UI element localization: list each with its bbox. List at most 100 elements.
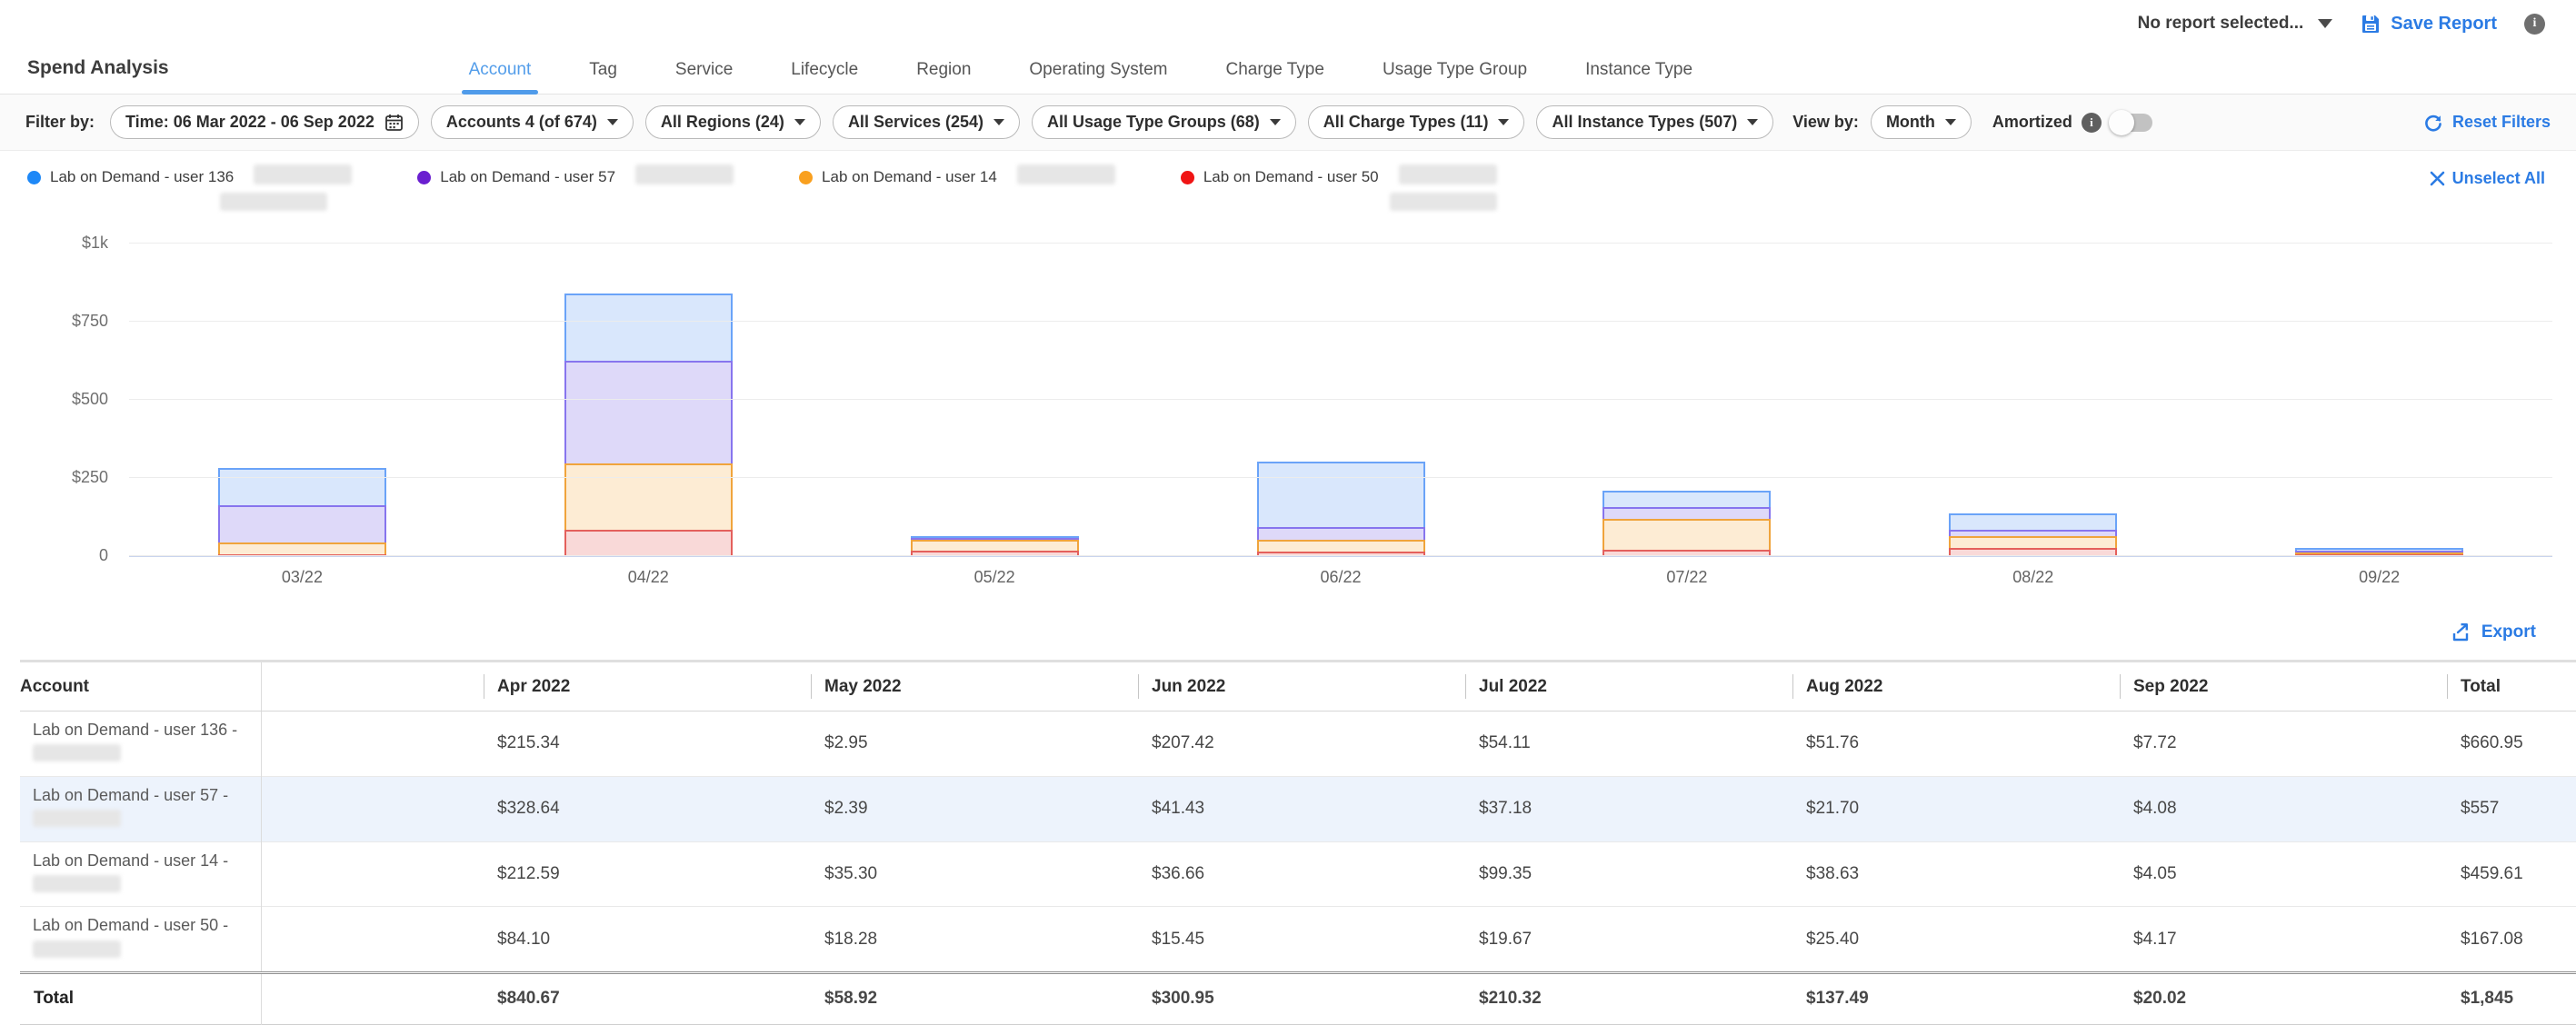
- legend-item-1[interactable]: Lab on Demand - user 136: [27, 167, 352, 215]
- chart-slot-09-22: [2206, 244, 2552, 556]
- tab-tag[interactable]: Tag: [589, 60, 617, 94]
- info-icon[interactable]: i: [2524, 14, 2545, 35]
- table-header-label: May 2022: [824, 677, 902, 697]
- bar-segment: [1257, 527, 1425, 540]
- export-button[interactable]: Export: [2451, 622, 2536, 643]
- reset-filters-button[interactable]: Reset Filters: [2422, 112, 2551, 134]
- table-header-may-2022: May 2022: [811, 662, 1138, 712]
- value-cell: $660.95: [2447, 712, 2576, 777]
- gridline: [129, 321, 2552, 322]
- account-name: Lab on Demand - user 136 -: [33, 720, 261, 741]
- tab-instance-type[interactable]: Instance Type: [1585, 60, 1692, 94]
- table-header-sep-2022: Sep 2022: [2120, 662, 2447, 712]
- bar-segment: [218, 505, 386, 542]
- amortized-toggle[interactable]: [2111, 114, 2152, 132]
- value-cell: $212.59: [484, 841, 811, 907]
- spend-table: AccountApr 2022May 2022Jun 2022Jul 2022A…: [20, 660, 2576, 1025]
- tab-lifecycle[interactable]: Lifecycle: [791, 60, 858, 94]
- total-value-cell: $137.49: [1792, 973, 2120, 1025]
- bar-03-22[interactable]: [218, 468, 386, 556]
- refresh-icon: [2422, 112, 2444, 134]
- unselect-all-label: Unselect All: [2452, 169, 2545, 188]
- value-cell: $36.66: [1138, 841, 1465, 907]
- legend-item-4[interactable]: Lab on Demand - user 50: [1181, 167, 1497, 215]
- total-value-cell: $20.02: [2120, 973, 2447, 1025]
- chevron-down-icon: [1747, 119, 1758, 125]
- unselect-all-button[interactable]: Unselect All: [2430, 169, 2545, 188]
- bar-segment: [564, 530, 733, 556]
- chevron-down-icon: [993, 119, 1004, 125]
- redacted-account-id: [33, 940, 121, 958]
- view-by-select[interactable]: Month: [1871, 105, 1972, 139]
- legend-item-label: Lab on Demand - user 50: [1203, 168, 1379, 186]
- legend-dot: [1181, 171, 1194, 184]
- value-cell: $21.70: [1792, 776, 2120, 841]
- save-report-button[interactable]: Save Report: [2360, 13, 2497, 35]
- legend-item-3[interactable]: Lab on Demand - user 14: [799, 167, 1115, 215]
- table-header-inner: Apr 2022: [484, 674, 811, 699]
- bar-06-22[interactable]: [1257, 462, 1425, 556]
- bar-04-22[interactable]: [564, 294, 733, 556]
- bar-segment: [1603, 507, 1771, 519]
- charge-types-filter-label: All Charge Types (11): [1323, 113, 1489, 132]
- tab-service[interactable]: Service: [675, 60, 733, 94]
- save-report-label: Save Report: [2391, 14, 2497, 35]
- table-header-label: Jul 2022: [1479, 677, 1547, 697]
- filter-bar: Filter by: Time: 06 Mar 2022 - 06 Sep 20…: [0, 95, 2576, 151]
- reset-filters-label: Reset Filters: [2452, 113, 2551, 132]
- table-row-3: Lab on Demand - user 14 -$212.59$35.30$3…: [20, 841, 2576, 907]
- tab-operating-system[interactable]: Operating System: [1029, 60, 1167, 94]
- services-filter[interactable]: All Services (254): [833, 105, 1020, 139]
- chart-plot-area: $1k$750$500$2500: [129, 244, 2552, 556]
- chevron-down-icon: [794, 119, 805, 125]
- charge-types-filter[interactable]: All Charge Types (11): [1308, 105, 1525, 139]
- spacer-cell: [261, 973, 484, 1025]
- table-header-inner: Jun 2022: [1138, 674, 1465, 699]
- total-value-cell: $840.67: [484, 973, 811, 1025]
- info-icon[interactable]: i: [2082, 113, 2102, 133]
- export-row: Export: [0, 598, 2576, 660]
- table-header-spacer: [261, 662, 484, 712]
- bar-05-22[interactable]: [911, 536, 1079, 556]
- table-row-2: Lab on Demand - user 57 -$328.64$2.39$41…: [20, 776, 2576, 841]
- calendar-icon: [384, 113, 404, 132]
- bar-07-22[interactable]: [1603, 491, 1771, 556]
- bar-segment: [218, 542, 386, 554]
- redacted-text: [1390, 193, 1497, 211]
- usage-type-groups-filter-label: All Usage Type Groups (68): [1047, 113, 1260, 132]
- tab-usage-type-group[interactable]: Usage Type Group: [1383, 60, 1527, 94]
- x-axis-tick-label: 08/22: [1860, 568, 2206, 587]
- export-label: Export: [2481, 622, 2536, 642]
- services-filter-label: All Services (254): [848, 113, 983, 132]
- tab-account[interactable]: Account: [469, 60, 532, 94]
- chart-slot-07-22: [1513, 244, 1860, 556]
- account-name: Lab on Demand - user 14 -: [33, 851, 261, 871]
- y-axis-tick-label: 0: [22, 546, 108, 565]
- total-value-cell: $210.32: [1465, 973, 1792, 1025]
- usage-type-groups-filter[interactable]: All Usage Type Groups (68): [1032, 105, 1296, 139]
- instance-types-filter[interactable]: All Instance Types (507): [1536, 105, 1773, 139]
- bar-08-22[interactable]: [1949, 513, 2117, 556]
- tab-charge-type[interactable]: Charge Type: [1225, 60, 1323, 94]
- bar-segment: [1949, 513, 2117, 530]
- bar-segment: [564, 294, 733, 361]
- chart-slot-08-22: [1860, 244, 2206, 556]
- x-axis-tick-label: 06/22: [1168, 568, 1514, 587]
- report-selector-dropdown[interactable]: No report selected...: [2138, 14, 2333, 34]
- redacted-account-id: [33, 810, 121, 827]
- x-axis-tick-label: 09/22: [2206, 568, 2552, 587]
- time-filter[interactable]: Time: 06 Mar 2022 - 06 Sep 2022: [110, 105, 419, 139]
- account-cell: Lab on Demand - user 136 -: [20, 712, 261, 777]
- value-cell: $54.11: [1465, 712, 1792, 777]
- accounts-filter[interactable]: Accounts 4 (of 674): [431, 105, 634, 139]
- bar-segment: [1603, 491, 1771, 508]
- chart-legend: Lab on Demand - user 136 Lab on Demand - …: [27, 167, 2549, 215]
- tab-region[interactable]: Region: [916, 60, 971, 94]
- spacer-cell: [261, 841, 484, 907]
- regions-filter[interactable]: All Regions (24): [645, 105, 821, 139]
- account-cell: Lab on Demand - user 57 -: [20, 776, 261, 841]
- table-header-inner: Total: [2447, 674, 2576, 699]
- legend-item-line: Lab on Demand - user 136: [27, 167, 352, 187]
- legend-item-2[interactable]: Lab on Demand - user 57: [417, 167, 734, 215]
- table-header-total: Total: [2447, 662, 2576, 712]
